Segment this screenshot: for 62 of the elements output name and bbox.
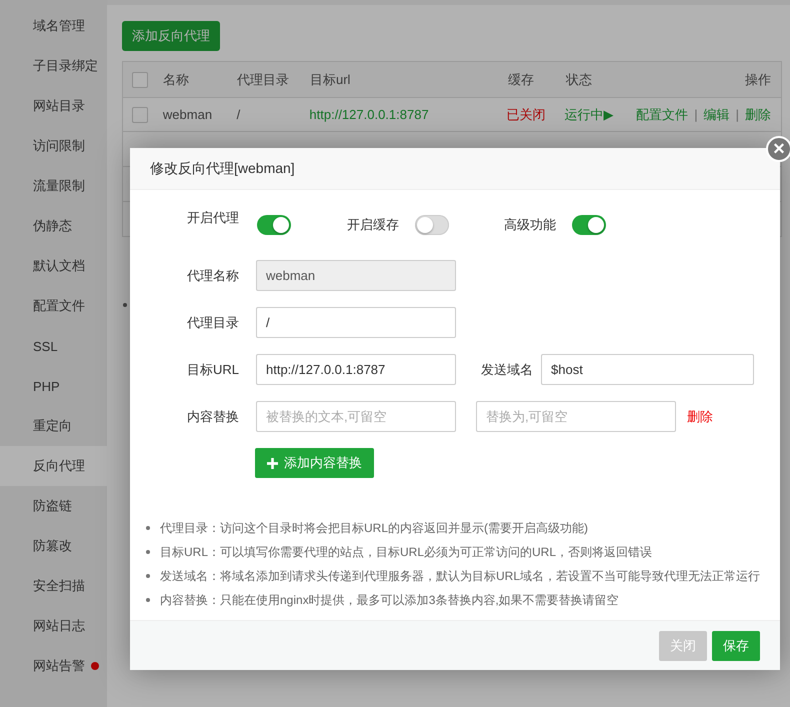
toggle-switch[interactable] xyxy=(572,215,606,235)
toggle-label: 高级功能 xyxy=(504,216,557,234)
help-text: 内容替换：只能在使用nginx时提供，最多可以添加3条替换内容,如果不需要替换请留空 xyxy=(146,588,619,612)
url-link[interactable]: http://127.0.0.1:8787 xyxy=(309,107,429,122)
field-label: 发送域名 xyxy=(481,360,534,378)
sidebar-item[interactable]: 反向代理 xyxy=(0,446,107,486)
sidebar-item[interactable]: 重定向 xyxy=(0,406,107,446)
input-field[interactable]: $host xyxy=(541,354,754,385)
help-text: 代理目录：访问这个目录时将会把目标URL的内容返回并显示(需要开启高级功能) xyxy=(146,516,588,540)
table-cell: / xyxy=(236,107,240,122)
action-link[interactable]: 删除 xyxy=(745,106,772,122)
sidebar-item[interactable]: 防篡改 xyxy=(0,526,107,566)
sidebar-item[interactable]: 防盗链 xyxy=(0,486,107,526)
separator: | xyxy=(694,106,698,122)
dialog-title: 修改反向代理[webman] xyxy=(150,160,295,178)
checkbox[interactable] xyxy=(132,106,148,123)
cache-status[interactable]: 已关闭 xyxy=(506,106,546,122)
input-field[interactable]: 替换为,可留空 xyxy=(476,401,676,432)
sidebar-item[interactable]: 子目录绑定 xyxy=(0,46,107,86)
sidebar-item[interactable]: 配置文件 xyxy=(0,286,107,326)
checkbox[interactable] xyxy=(132,72,148,88)
add-proxy-button[interactable]: 添加反向代理 xyxy=(122,21,220,51)
plus-icon xyxy=(267,458,278,468)
delete-link[interactable]: 删除 xyxy=(687,408,713,426)
sidebar-item[interactable]: 流量限制 xyxy=(0,166,107,206)
help-text: 目标URL：可以填写你需要代理的站点，目标URL必须为可正常访问的URL，否则将返回错误 xyxy=(146,540,652,564)
bullet-dot xyxy=(123,303,127,307)
input-field[interactable]: http://127.0.0.1:8787 xyxy=(256,354,456,385)
field-label: 内容替换 xyxy=(187,408,240,426)
action-link[interactable]: 编辑 xyxy=(704,106,730,122)
sidebar-item[interactable]: 网站目录 xyxy=(0,86,107,126)
run-status[interactable]: 运行中▶ xyxy=(564,106,614,122)
column-header: 操作 xyxy=(745,72,771,86)
input-field[interactable]: / xyxy=(256,307,456,338)
help-text: 发送域名：将域名添加到请求头传递到代理服务器，默认为目标URL域名，若设置不当可能导致代理无法正常运行 xyxy=(146,564,760,588)
toggle-label: 开启缓存 xyxy=(347,216,400,234)
add-replace-button[interactable]: 添加内容替换 xyxy=(255,448,374,478)
field-label: 代理名称 xyxy=(187,266,240,284)
sidebar-item[interactable]: 访问限制 xyxy=(0,126,107,166)
column-header: 代理目录 xyxy=(237,72,289,86)
column-header: 目标url xyxy=(310,72,350,86)
field-label: 代理目录 xyxy=(187,314,240,332)
column-header: 缓存 xyxy=(508,72,534,86)
save-button[interactable]: 保存 xyxy=(712,630,760,660)
toggle-label: 开启代理 xyxy=(187,209,240,227)
action-link[interactable]: 配置文件 xyxy=(636,106,688,122)
toggle-switch[interactable] xyxy=(415,215,449,235)
column-header: 状态 xyxy=(566,72,592,86)
sidebar-item[interactable]: 网站告警 xyxy=(0,646,107,686)
sidebar-item[interactable]: 默认文档 xyxy=(0,246,107,286)
sidebar-item[interactable]: 伪静态 xyxy=(0,206,107,246)
sidebar-item[interactable]: 网站日志 xyxy=(0,606,107,646)
sidebar-item[interactable]: 域名管理 xyxy=(0,6,107,46)
sidebar-item[interactable]: PHP xyxy=(0,366,107,406)
table-cell: webman xyxy=(162,107,212,122)
sidebar-item[interactable]: SSL xyxy=(0,326,107,366)
toggle-switch[interactable] xyxy=(257,215,291,235)
field-label: 目标URL xyxy=(187,360,240,378)
separator: | xyxy=(736,106,740,122)
input-field[interactable]: 被替换的文本,可留空 xyxy=(256,401,456,432)
column-header: 名称 xyxy=(163,72,189,86)
sidebar-item[interactable]: 安全扫描 xyxy=(0,566,107,606)
